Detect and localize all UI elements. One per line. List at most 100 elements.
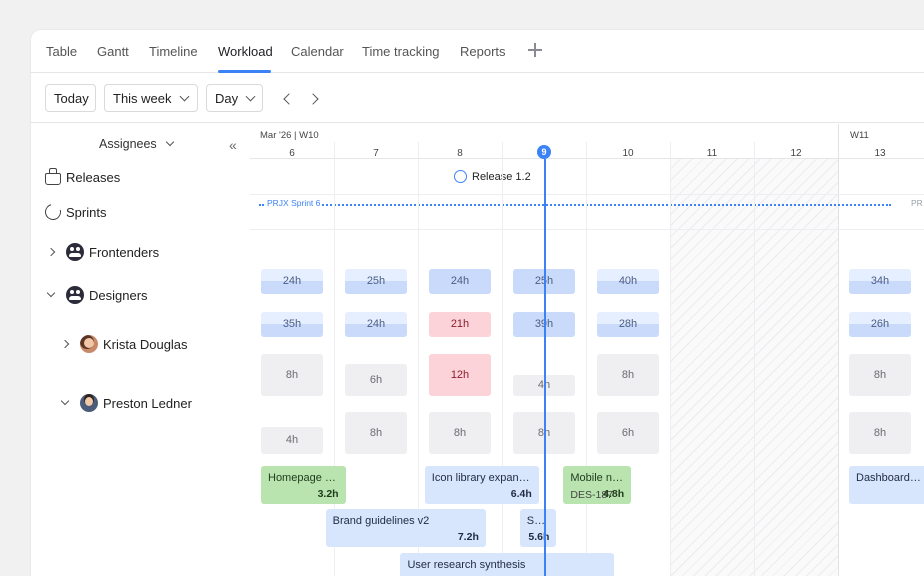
task-card[interactable]: Icon library expansion 6.4h [424, 466, 539, 504]
tab-time-tracking[interactable]: Time tracking [362, 44, 440, 59]
collapse-panel-icon[interactable]: « [229, 138, 237, 152]
workload-cell-preston[interactable]: 8h [345, 412, 407, 454]
workload-value: 24h [282, 275, 302, 287]
workload-cell-frontenders[interactable]: 25h [345, 269, 407, 294]
day-label-6: 6 [289, 148, 295, 159]
row-frontenders[interactable]: Frontenders [46, 243, 159, 261]
tab-gantt[interactable]: Gantt [97, 44, 129, 59]
workload-value: 8h [873, 369, 887, 381]
toolbar: Today This week Day [31, 73, 924, 123]
task-card[interactable]: Setti… 5.6h [519, 509, 557, 547]
day-label-7: 7 [373, 148, 379, 159]
assignees-label: Assignees [99, 137, 157, 151]
workload-cell-frontenders[interactable]: 24h [429, 269, 491, 294]
workload-value: 8h [873, 427, 887, 439]
day-label-12: 12 [790, 148, 802, 159]
workload-cell-designers[interactable]: 21h [429, 312, 491, 337]
workload-cell-frontenders[interactable]: 34h [849, 269, 911, 294]
month-label: Mar '26 | W10 [260, 130, 319, 141]
release-icon [45, 168, 61, 185]
day-label-8: 8 [457, 148, 463, 159]
add-view-plus-icon[interactable] [528, 43, 542, 57]
tab-reports[interactable]: Reports [460, 44, 506, 59]
task-name: Dashboard me [856, 472, 923, 484]
workload-value: 34h [870, 275, 890, 287]
task-card[interactable]: User research synthesis2.4h [400, 553, 614, 576]
task-hours: 7.2h [457, 531, 479, 543]
workload-value: 25h [366, 275, 386, 287]
week-label-w10: W10 [299, 130, 319, 141]
task-hours: 3.2h [317, 488, 339, 500]
chevron-down-icon[interactable] [60, 396, 70, 406]
workload-cell-designers[interactable]: 35h [261, 312, 323, 337]
row-sprints-label: Sprints [66, 204, 107, 220]
sprint-bar[interactable] [259, 204, 891, 206]
workload-cell-frontenders[interactable]: 40h [597, 269, 659, 294]
today-button[interactable]: Today [45, 84, 96, 112]
tab-workload[interactable]: Workload [218, 44, 273, 59]
chevron-down-icon[interactable] [46, 288, 56, 298]
workload-cell-designers[interactable]: 28h [597, 312, 659, 337]
sprint-label: PRJX Sprint 6 [265, 198, 323, 208]
avatar [80, 335, 98, 353]
assignees-dropdown[interactable]: Assignees [99, 137, 174, 151]
tab-timeline[interactable]: Timeline [149, 44, 198, 59]
workload-value: 8h [369, 427, 383, 439]
group-icon [66, 243, 84, 261]
workload-cell-designers[interactable]: 26h [849, 312, 911, 337]
chevron-down-icon [179, 91, 189, 101]
row-designers[interactable]: Designers [46, 286, 148, 304]
row-krista-douglas[interactable]: Krista Douglas [60, 335, 188, 353]
workload-value: 6h [621, 427, 635, 439]
workload-grid: Mar '26 | W10 W11 Release 1.2 PRJX Sprin… [250, 124, 924, 576]
workload-cell-designers[interactable]: 24h [345, 312, 407, 337]
workload-value: 24h [366, 318, 386, 330]
workload-cell-preston[interactable]: 4h [261, 427, 323, 454]
workload-value: 12h [450, 369, 470, 381]
day-divider [670, 142, 671, 576]
tab-table[interactable]: Table [46, 44, 77, 59]
task-name: Icon library expansion [431, 472, 532, 484]
workload-cell-preston[interactable]: 8h [429, 412, 491, 454]
range-select-label: This week [113, 90, 172, 106]
workload-cell-krista[interactable]: 8h [849, 354, 911, 396]
chevron-down-icon [165, 137, 174, 147]
task-name: User research synthesis [407, 559, 526, 571]
chevron-right-icon[interactable] [60, 339, 70, 349]
task-card[interactable]: Mobile nav prototy…DES-1874.8h [563, 466, 632, 504]
scale-select[interactable]: Day [206, 84, 263, 112]
month-text: Mar '26 [260, 130, 292, 141]
chevron-right-icon[interactable] [307, 93, 319, 105]
workload-value: 35h [282, 318, 302, 330]
task-name: Homepage her… [268, 472, 339, 484]
task-card[interactable]: Dashboard me [849, 466, 924, 504]
workload-cell-preston[interactable]: 6h [597, 412, 659, 454]
day-divider [502, 142, 503, 576]
workload-value: 4h [285, 434, 299, 446]
workload-cell-frontenders[interactable]: 24h [261, 269, 323, 294]
release-circle-icon [454, 170, 467, 183]
sprint-cycle-icon [42, 201, 64, 223]
workload-cell-preston[interactable]: 8h [849, 412, 911, 454]
workload-value: 8h [621, 369, 635, 381]
day-divider [754, 142, 755, 576]
row-preston-ledner[interactable]: Preston Ledner [60, 394, 192, 412]
group-icon [66, 286, 84, 304]
task-hours: 6.4h [510, 488, 532, 500]
task-name: Setti… [526, 515, 550, 527]
task-card[interactable]: Homepage her… 3.2h [261, 466, 346, 504]
chevron-left-icon[interactable] [283, 93, 295, 105]
row-designers-label: Designers [89, 287, 148, 303]
workload-cell-krista[interactable]: 6h [345, 364, 407, 396]
release-marker[interactable]: Release 1.2 [454, 170, 531, 183]
workload-cell-krista[interactable]: 12h [429, 354, 491, 396]
chevron-right-icon[interactable] [46, 247, 56, 257]
workload-value: 40h [618, 275, 638, 287]
row-releases-label: Releases [66, 169, 121, 185]
workload-cell-krista[interactable]: 8h [597, 354, 659, 396]
workload-cell-krista[interactable]: 8h [261, 354, 323, 396]
today-button-label: Today [54, 90, 89, 106]
range-select[interactable]: This week [104, 84, 198, 112]
task-card[interactable]: Brand guidelines v2 7.2h [325, 509, 486, 547]
tab-calendar[interactable]: Calendar [291, 44, 344, 59]
